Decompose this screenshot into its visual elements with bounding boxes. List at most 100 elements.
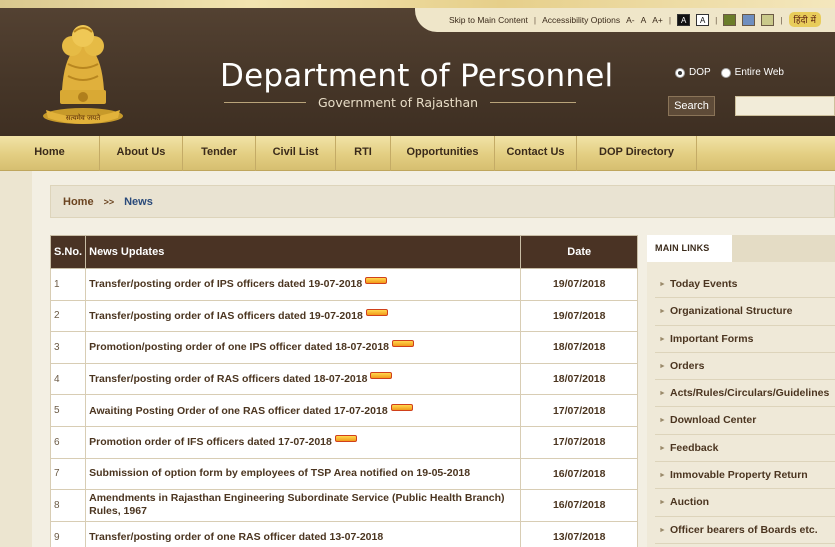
skip-to-content-link[interactable]: Skip to Main Content	[449, 15, 528, 25]
utility-separator: |	[668, 14, 672, 25]
news-link[interactable]: Submission of option form by employees o…	[85, 457, 522, 491]
site-subtitle: Government of Rajasthan	[318, 95, 479, 110]
nav-opportunities[interactable]: Opportunities	[391, 136, 495, 171]
side-link-important-forms[interactable]: ► Important Forms	[655, 326, 835, 353]
nav-tender[interactable]: Tender	[183, 136, 256, 171]
triangle-right-icon: ►	[659, 308, 666, 316]
news-link[interactable]: Transfer/posting order of IAS officers d…	[85, 299, 522, 333]
table-row: 1 Transfer/posting order of IPS officers…	[49, 268, 638, 301]
nav-dop-directory[interactable]: DOP Directory	[577, 136, 697, 171]
subtitle-rule-right	[490, 102, 576, 103]
theme-green-swatch[interactable]	[723, 13, 737, 26]
side-link-acts-rules[interactable]: ► Acts/Rules/Circulars/Guidelines	[655, 380, 835, 408]
side-link-feedback[interactable]: ► Feedback	[655, 435, 835, 463]
side-link-label: Download Center	[670, 414, 757, 427]
table-row: 3 Promotion/posting order of one IPS off…	[49, 331, 638, 364]
table-row: 4 Transfer/posting order of RAS officers…	[49, 362, 638, 396]
font-increase-button[interactable]: A+	[652, 15, 663, 25]
new-badge-icon	[370, 372, 393, 380]
main-links-tab[interactable]: MAIN LINKS	[647, 235, 732, 262]
side-link-officer-bearers[interactable]: ► Officer bearers of Boards etc.	[655, 517, 835, 544]
state-emblem-logo: सत्यमेव जयते	[43, 25, 123, 124]
new-badge-icon	[390, 403, 413, 411]
news-title[interactable]: Transfer/posting order of one RAS office…	[89, 531, 383, 543]
news-link[interactable]: Awaiting Posting Order of one RAS office…	[85, 394, 522, 427]
row-date: 19/07/2018	[520, 299, 638, 333]
news-title[interactable]: Transfer/posting order of IPS officers d…	[89, 278, 362, 290]
side-link-label: Acts/Rules/Circulars/Guidelines	[670, 387, 830, 400]
theme-blue-swatch[interactable]	[742, 13, 756, 26]
news-title[interactable]: Promotion/posting order of one IPS offic…	[89, 341, 389, 353]
triangle-right-icon: ►	[659, 362, 666, 370]
nav-contact-us[interactable]: Contact Us	[495, 136, 577, 171]
theme-khaki-swatch[interactable]	[761, 13, 775, 26]
main-links-panel: MAIN LINKS ► Today Events ► Organizational…	[647, 235, 835, 547]
side-link-label: Today Events	[670, 278, 738, 290]
nav-about-us[interactable]: About Us	[100, 136, 183, 171]
news-link[interactable]: Promotion order of IFS officers dated 17…	[85, 425, 522, 459]
triangle-right-icon: ►	[659, 472, 666, 480]
row-date: 19/07/2018	[520, 268, 638, 301]
table-row: 6 Promotion order of IFS officers dated …	[49, 425, 638, 459]
header-news-updates: News Updates	[85, 235, 522, 269]
side-link-label: Officer bearers of Boards etc.	[670, 523, 818, 536]
news-title[interactable]: Awaiting Posting Order of one RAS office…	[89, 405, 388, 417]
row-sno: 2	[49, 299, 87, 333]
accessibility-options-link[interactable]: Accessibility Options	[542, 15, 620, 25]
side-link-auction[interactable]: ► Auction	[655, 489, 835, 517]
font-decrease-button[interactable]: A-	[626, 15, 635, 25]
scope-web-radio[interactable]	[720, 67, 731, 78]
header-top-strip	[0, 0, 835, 8]
triangle-right-icon: ►	[659, 390, 666, 398]
side-link-today-events[interactable]: ► Today Events	[655, 271, 835, 299]
news-link[interactable]: Transfer/posting order of RAS officers d…	[85, 362, 522, 396]
scope-dop-radio[interactable]	[675, 67, 685, 78]
news-link[interactable]: Transfer/posting order of IPS officers d…	[85, 268, 522, 301]
search-button[interactable]: Search	[668, 96, 715, 116]
contrast-light-button[interactable]: A	[696, 13, 710, 26]
side-link-label: Organizational Structure	[670, 305, 793, 318]
new-badge-icon	[334, 435, 357, 443]
header-date: Date	[520, 235, 638, 269]
nav-rti[interactable]: RTI	[336, 136, 391, 171]
breadcrumb-current: News	[124, 195, 153, 208]
row-sno: 6	[49, 425, 87, 459]
news-link[interactable]: Promotion/posting order of one IPS offic…	[85, 331, 522, 364]
side-link-organizational-structure[interactable]: ► Organizational Structure	[655, 298, 835, 326]
news-title[interactable]: Promotion order of IFS officers dated 17…	[89, 436, 332, 448]
news-title[interactable]: Transfer/posting order of RAS officers d…	[89, 373, 367, 385]
side-link-label: Immovable Property Return	[670, 469, 808, 482]
new-badge-icon	[365, 308, 388, 316]
news-title[interactable]: Transfer/posting order of IAS officers d…	[89, 310, 363, 322]
breadcrumb-home-link[interactable]: Home	[63, 196, 94, 208]
news-link[interactable]: Transfer/posting order of one RAS office…	[85, 520, 522, 547]
side-link-label: Auction	[670, 496, 710, 509]
subtitle-rule-left	[224, 102, 306, 103]
font-normal-button[interactable]: A	[641, 15, 647, 25]
search-input[interactable]	[735, 96, 835, 116]
hindi-language-button[interactable]: हिंदी में	[788, 12, 822, 27]
nav-home[interactable]: Home	[0, 136, 100, 171]
row-sno: 5	[49, 394, 87, 427]
side-link-download-center[interactable]: ► Download Center	[655, 407, 835, 435]
utility-separator: |	[715, 14, 718, 25]
tab-bar-filler	[732, 235, 835, 262]
news-link[interactable]: Amendments in Rajasthan Engineering Subo…	[85, 489, 522, 522]
row-date: 18/07/2018	[520, 331, 638, 364]
side-link-immovable-property[interactable]: ► Immovable Property Return	[655, 462, 835, 490]
table-header-row: S.No. News Updates Date	[49, 235, 638, 269]
contrast-dark-button[interactable]: A	[677, 13, 691, 26]
row-sno: 3	[49, 331, 87, 364]
news-title[interactable]: Amendments in Rajasthan Engineering Subo…	[89, 492, 504, 517]
triangle-right-icon: ►	[659, 417, 666, 425]
row-sno: 4	[49, 362, 87, 396]
side-link-label: Important Forms	[670, 332, 754, 345]
row-date: 17/07/2018	[520, 425, 638, 459]
news-title[interactable]: Submission of option form by employees o…	[89, 467, 470, 479]
breadcrumb: Home >> News	[50, 185, 835, 218]
nav-civil-list[interactable]: Civil List	[256, 136, 336, 171]
side-link-orders[interactable]: ► Orders	[655, 353, 835, 381]
scope-dop-label: DOP	[689, 67, 711, 78]
breadcrumb-separator: >>	[103, 196, 115, 207]
site-title: Department of Personnel	[220, 58, 614, 94]
